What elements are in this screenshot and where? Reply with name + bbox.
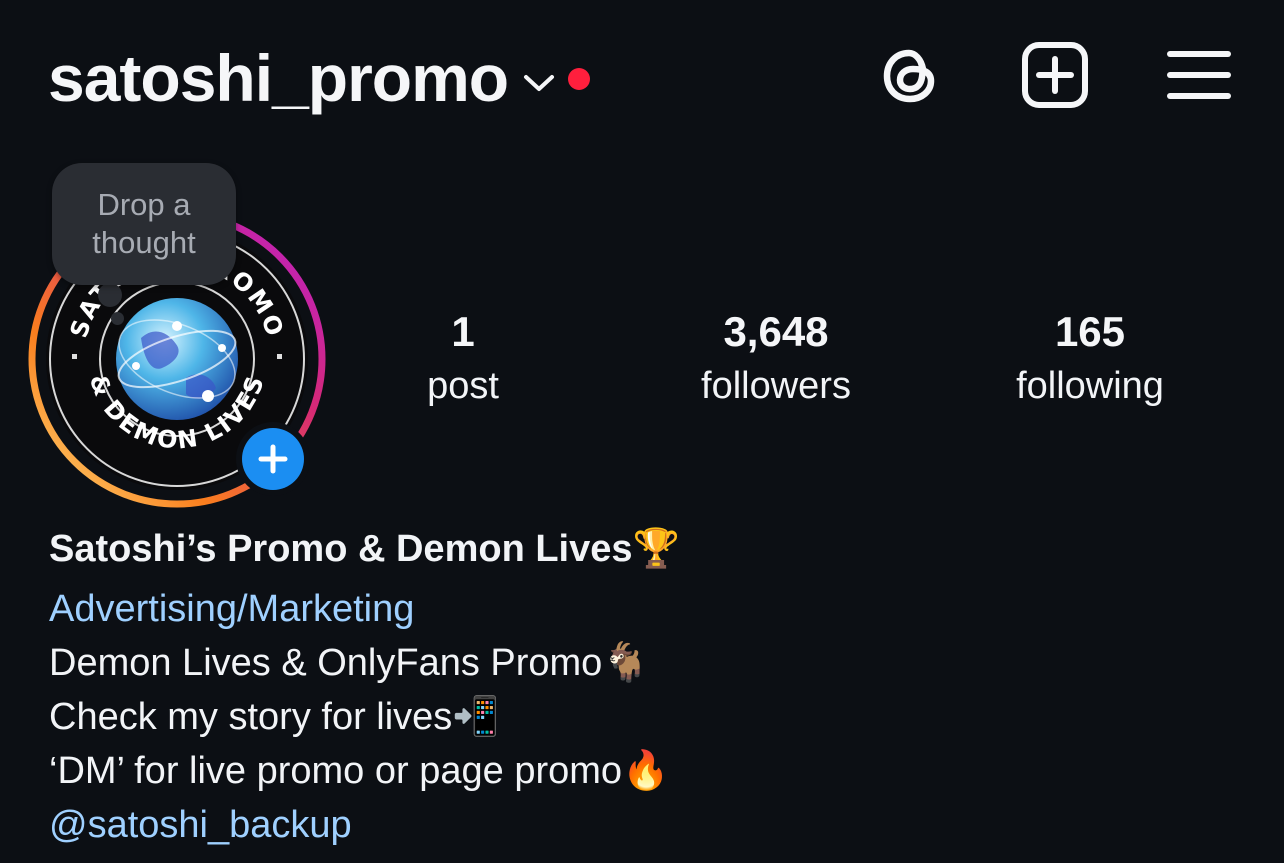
profile-header: satoshi_promo: [0, 0, 1284, 150]
add-story-button[interactable]: [236, 422, 310, 496]
bio-line-3: ‘DM’ for live promo or page promo🔥: [49, 750, 670, 792]
bio-line-2: Check my story for lives📲: [49, 696, 500, 738]
followers-stat[interactable]: 3,648 followers: [656, 304, 896, 412]
following-count: 165: [1054, 308, 1126, 355]
note-text-line1: Drop a: [97, 187, 191, 222]
profile-bio: Satoshi’s Promo & Demon Lives🏆 Advertisi…: [49, 522, 1249, 852]
notification-dot: [568, 68, 591, 90]
threads-icon: [883, 49, 935, 103]
threads-button[interactable]: [876, 40, 946, 110]
posts-stat[interactable]: 1 post: [343, 304, 583, 412]
menu-button[interactable]: [1164, 40, 1234, 110]
mention-link[interactable]: @satoshi_backup: [49, 798, 1249, 852]
account-switcher-button[interactable]: satoshi_promo: [48, 38, 591, 118]
chevron-down-icon: [524, 75, 555, 91]
bio-line-1: Demon Lives & OnlyFans Promo🐐: [49, 642, 650, 684]
create-post-button[interactable]: [1020, 40, 1090, 110]
create-post-icon: [1022, 42, 1088, 108]
following-stat[interactable]: 165 following: [970, 304, 1210, 412]
followers-label: followers: [701, 365, 851, 407]
note-bubble-tail: [98, 283, 122, 307]
menu-icon: [1167, 51, 1231, 99]
posts-count: 1: [451, 308, 475, 355]
category-label: Advertising/Marketing: [49, 588, 415, 630]
display-name: Satoshi’s Promo & Demon Lives🏆: [49, 528, 680, 570]
plus-icon: [258, 444, 288, 474]
note-text-line2: thought: [92, 225, 196, 260]
followers-count: 3,648: [723, 308, 829, 355]
note-bubble-tail-small: [111, 312, 124, 325]
note-bubble[interactable]: Drop a thought: [52, 163, 236, 285]
following-label: following: [1016, 365, 1164, 407]
username: satoshi_promo: [48, 41, 509, 115]
posts-label: post: [427, 365, 499, 407]
